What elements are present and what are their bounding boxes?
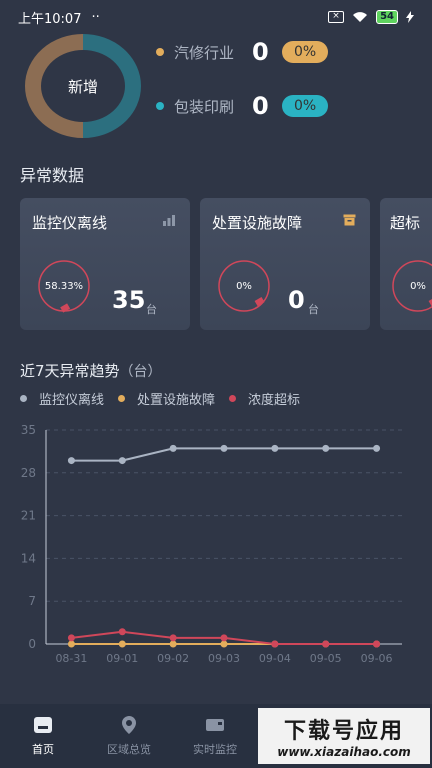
data-point — [271, 640, 279, 648]
legend-dot — [156, 48, 164, 56]
data-point — [322, 444, 330, 452]
legend-item-monitor-offline[interactable]: 监控仪离线 — [20, 389, 104, 408]
data-point — [118, 640, 126, 648]
data-point — [169, 444, 177, 452]
card-gauge-pct: 0% — [410, 280, 426, 292]
card-unit: 台 — [308, 303, 319, 316]
card-gauge-pct: 58.33% — [44, 280, 84, 292]
box-icon — [343, 214, 356, 226]
data-point — [373, 444, 381, 452]
status-bar: 上午10:07 ·· × 54 — [0, 0, 432, 34]
location-icon — [118, 715, 140, 735]
summary-item-pct-badge: 0% — [282, 41, 329, 63]
tab-realtime-monitor[interactable]: 实时监控 — [172, 704, 258, 768]
legend-dot — [20, 395, 27, 402]
card-over-limit[interactable]: 超标 0% — [380, 198, 432, 330]
summary-item-name: 包装印刷 — [174, 97, 235, 116]
y-tick-label: 28 — [21, 466, 36, 480]
trend-title: 近7天异常趋势（台） — [20, 360, 162, 381]
wifi-icon — [353, 12, 368, 22]
tab-label: 实时监控 — [193, 743, 237, 756]
x-tick-label: 09-04 — [259, 652, 291, 665]
x-tick-label: 09-01 — [106, 652, 138, 665]
x-tick-label: 09-03 — [208, 652, 240, 665]
x-tick-label: 09-02 — [157, 652, 189, 665]
card-title: 超标 — [390, 214, 421, 232]
watermark-logo: 下载号应用 www.xiazaihao.com — [258, 708, 430, 764]
x-tick-label: 09-05 — [310, 652, 342, 665]
card-unit: 台 — [146, 303, 157, 316]
y-tick-label: 7 — [28, 594, 36, 608]
tab-label: 区域总览 — [107, 743, 151, 756]
y-tick-label: 0 — [28, 637, 36, 651]
card-monitor-offline[interactable]: 监控仪离线 58.33% 35 台 — [20, 198, 190, 330]
watermark-line-2: www.xiazaihao.com — [277, 745, 411, 759]
card-facility-fault[interactable]: 处置设施故障 0% 0 台 — [200, 198, 370, 330]
summary-item-packaging[interactable]: 包装印刷 0 0% — [156, 92, 329, 120]
data-point — [67, 640, 75, 648]
trend-line-chart: 0 7 14 21 28 35 08-31 09-01 09-02 09-03 09-04 09-05… — [21, 423, 402, 665]
legend-label: 监控仪离线 — [39, 393, 105, 408]
trend-title-text: 近7天异常趋势 — [20, 362, 120, 380]
abnormal-section-title: 异常数据 — [20, 166, 85, 185]
legend-dot — [156, 102, 164, 110]
data-point — [118, 457, 126, 465]
data-point — [220, 640, 228, 648]
tab-home[interactable]: 首页 — [0, 704, 86, 768]
sim-off-icon: × — [328, 11, 345, 23]
home-icon — [32, 715, 54, 735]
data-point — [118, 628, 126, 636]
card-title: 处置设施故障 — [212, 214, 303, 232]
y-tick-label: 21 — [21, 509, 36, 523]
trend-title-unit: （台） — [119, 364, 162, 380]
status-dots: ·· — [91, 9, 100, 25]
data-point — [271, 444, 279, 452]
y-tick-label: 14 — [21, 551, 36, 565]
tab-region-overview[interactable]: 区域总览 — [86, 704, 172, 768]
charging-icon — [406, 11, 414, 23]
watermark-line-1: 下载号应用 — [283, 719, 404, 744]
data-point — [220, 444, 228, 452]
data-point — [67, 634, 75, 642]
chart-legend: 监控仪离线 处置设施故障 浓度超标 — [20, 389, 300, 408]
legend-label: 处置设施故障 — [137, 393, 216, 408]
data-point — [220, 634, 228, 642]
data-point — [373, 640, 381, 648]
data-point — [169, 634, 177, 642]
legend-item-facility-fault[interactable]: 处置设施故障 — [118, 389, 215, 408]
legend-item-concentration-over[interactable]: 浓度超标 — [229, 389, 300, 408]
summary-item-pct-badge: 0% — [282, 95, 329, 117]
x-tick-label: 08-31 — [55, 652, 87, 665]
bar-chart-icon — [163, 215, 175, 226]
x-tick-label: 09-06 — [361, 652, 393, 665]
battery-icon: 54 — [376, 10, 398, 24]
card-count: 35 — [112, 286, 146, 314]
donut-center-label: 新增 — [67, 77, 98, 96]
abnormal-cards-scroller[interactable]: 监控仪离线 58.33% 35 台 处置设施故障 0% 0 台 超标 0% — [20, 198, 432, 330]
card-title: 监控仪离线 — [32, 214, 108, 232]
legend-label: 浓度超标 — [248, 393, 301, 408]
summary-item-name: 汽修行业 — [174, 43, 235, 62]
summary-item-count: 0 — [252, 92, 269, 120]
status-time: 上午10:07 — [18, 11, 82, 27]
monitor-icon — [204, 715, 226, 735]
summary-item-auto-repair[interactable]: 汽修行业 0 0% — [156, 38, 329, 66]
card-gauge-pct: 0% — [236, 280, 252, 292]
legend-dot — [229, 395, 237, 402]
card-count: 0 — [288, 286, 305, 314]
legend-dot — [118, 395, 126, 402]
y-tick-label: 35 — [21, 423, 36, 437]
summary-item-count: 0 — [252, 38, 269, 66]
data-point — [322, 640, 330, 648]
tab-label: 首页 — [32, 743, 54, 756]
data-point — [67, 457, 75, 465]
new-summary: 新增 汽修行业 0 0% 包装印刷 0 0% — [0, 34, 432, 150]
data-point — [169, 640, 177, 648]
